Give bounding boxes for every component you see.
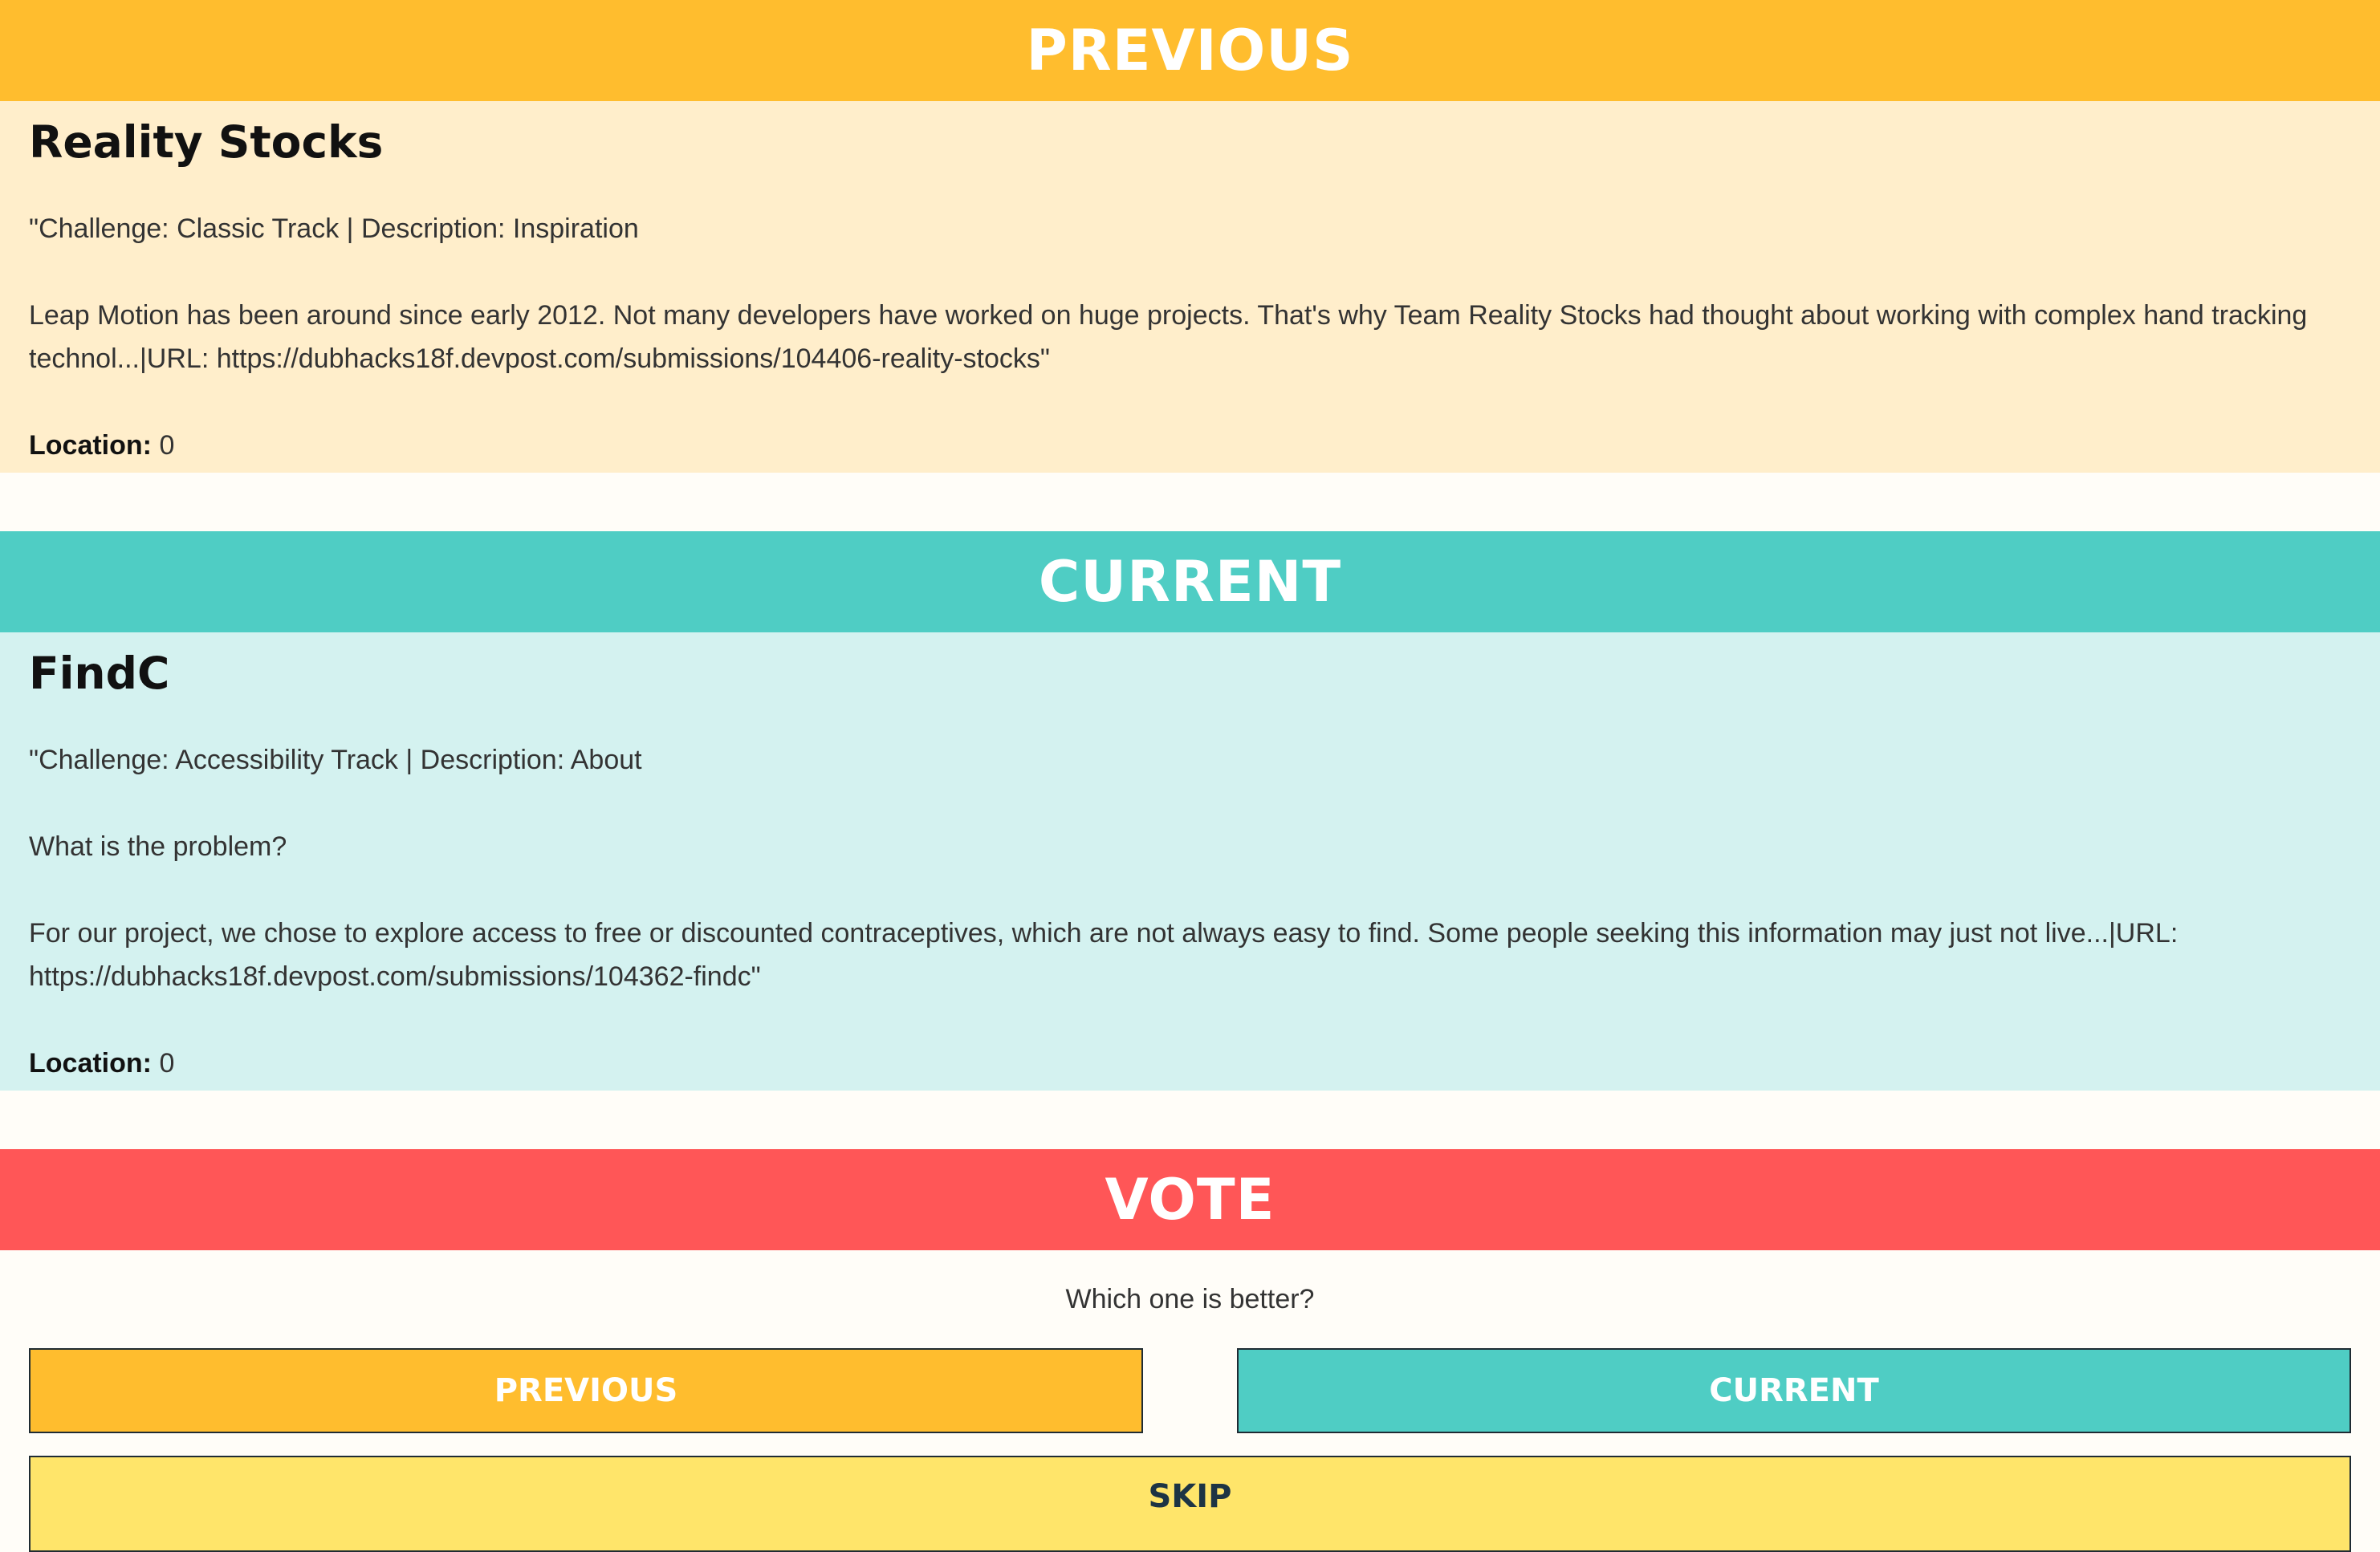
previous-section: PREVIOUS Reality Stocks "Challenge: Clas… xyxy=(0,0,2380,473)
vote-current-button[interactable]: CURRENT xyxy=(1237,1348,2351,1433)
current-section: CURRENT FindC "Challenge: Accessibility … xyxy=(0,531,2380,1091)
previous-description: Leap Motion has been around since early … xyxy=(29,300,2315,374)
previous-project-panel: Reality Stocks "Challenge: Classic Track… xyxy=(0,101,2380,473)
current-question-line: What is the problem? xyxy=(29,831,287,862)
section-gap xyxy=(0,1091,2380,1149)
vote-section: VOTE Which one is better? PREVIOUS CURRE… xyxy=(0,1149,2380,1552)
skip-button[interactable]: SKIP xyxy=(29,1456,2351,1552)
previous-header: PREVIOUS xyxy=(0,0,2380,101)
current-project-title: FindC xyxy=(29,648,170,699)
current-header: CURRENT xyxy=(0,531,2380,632)
vote-header: VOTE xyxy=(0,1149,2380,1250)
previous-location-label: Location: xyxy=(29,430,152,461)
current-description: For our project, we chose to explore acc… xyxy=(29,918,2186,992)
previous-location: Location: 0 xyxy=(29,424,2351,467)
current-challenge-line: "Challenge: Accessibility Track | Descri… xyxy=(29,745,642,775)
vote-question: Which one is better? xyxy=(1065,1284,1315,1314)
previous-project-title: Reality Stocks xyxy=(29,116,384,168)
previous-location-value: 0 xyxy=(159,430,175,461)
vote-previous-button[interactable]: PREVIOUS xyxy=(29,1348,1143,1433)
vote-body: Which one is better? PREVIOUS CURRENT SK… xyxy=(0,1250,2380,1552)
current-location: Location: 0 xyxy=(29,1042,2351,1085)
current-location-value: 0 xyxy=(159,1048,175,1079)
vote-button-row: PREVIOUS CURRENT xyxy=(29,1348,2351,1433)
current-location-label: Location: xyxy=(29,1048,152,1079)
section-gap xyxy=(0,473,2380,531)
current-project-panel: FindC "Challenge: Accessibility Track | … xyxy=(0,632,2380,1091)
previous-challenge-line: "Challenge: Classic Track | Description:… xyxy=(29,213,639,244)
